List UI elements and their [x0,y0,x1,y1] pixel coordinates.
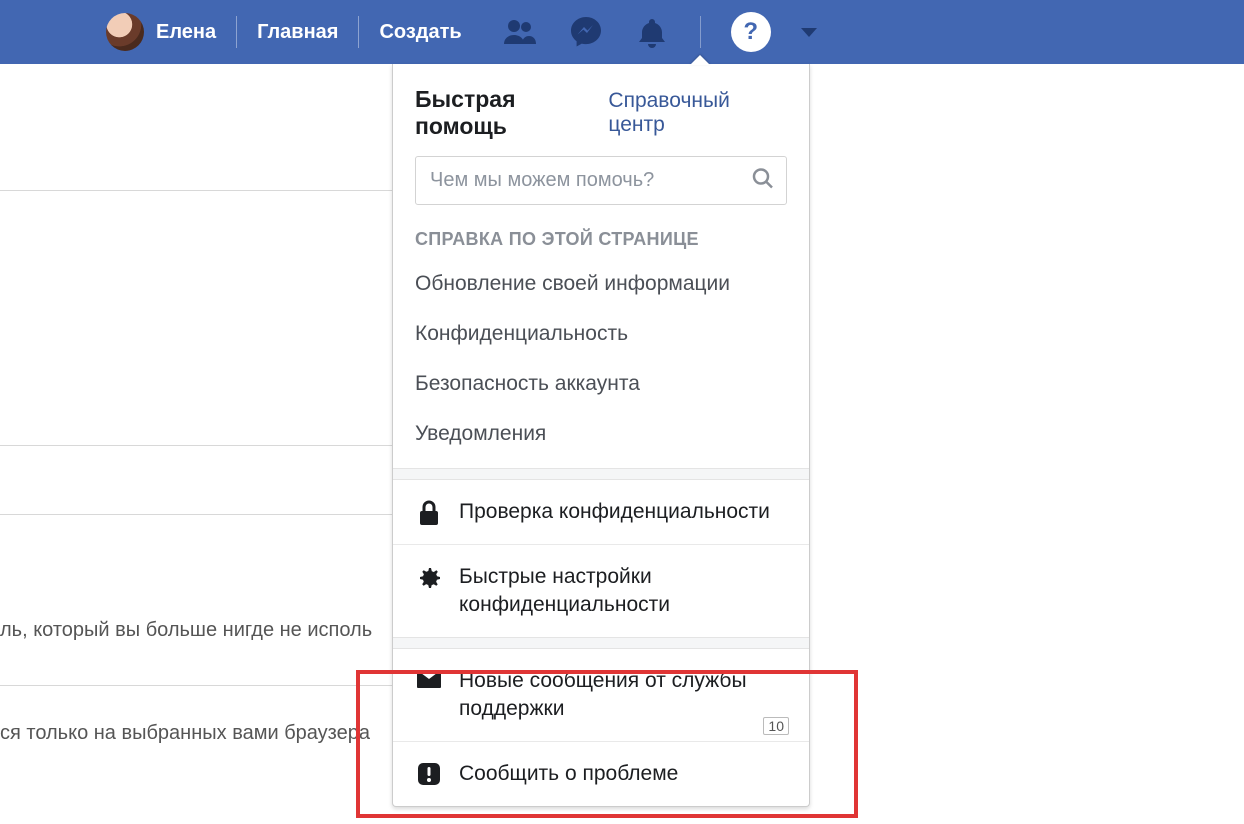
nav-separator [358,16,359,48]
search-icon [751,166,775,195]
background-text: ль, который вы больше нигде не исполь [0,616,372,644]
item-label: Новые сообщения от службы поддержки [459,667,787,723]
nav-icons-group: ? [502,12,817,52]
item-label: Сообщить о проблеме [459,760,678,788]
messenger-icon[interactable] [568,14,604,50]
gear-icon [415,565,443,591]
nav-separator [236,16,237,48]
exclamation-icon [415,762,443,786]
help-topic-update-info[interactable]: Обновление своей информации [393,262,809,312]
support-inbox-badge: 10 [763,717,789,735]
home-link[interactable]: Главная [257,21,338,44]
section-heading: СПРАВКА ПО ЭТОЙ СТРАНИЦЕ [393,223,809,262]
nav-separator [700,16,701,48]
privacy-checkup-item[interactable]: Проверка конфиденциальности [393,480,809,544]
divider [393,637,809,649]
divider [393,468,809,480]
panel-title: Быстрая помощь [415,86,608,140]
avatar[interactable] [106,13,144,51]
item-label: Быстрые настройки конфиденциальности [459,563,787,619]
help-topic-notifications[interactable]: Уведомления [393,412,809,468]
item-label: Проверка конфиденциальности [459,498,770,526]
friends-icon[interactable] [502,14,538,50]
dropdown-arrow [690,55,710,65]
create-link[interactable]: Создать [379,21,461,44]
support-inbox-item[interactable]: Новые сообщения от службы поддержки 10 [393,649,809,741]
help-center-link[interactable]: Справочный центр [608,89,787,137]
top-nav-bar: Елена Главная Создать ? [0,0,1244,64]
help-button[interactable]: ? [731,12,771,52]
notifications-icon[interactable] [634,14,670,50]
question-mark-icon: ? [743,18,758,46]
account-menu-caret-icon[interactable] [801,28,817,37]
report-problem-item[interactable]: Сообщить о проблеме [393,742,809,806]
mail-icon [415,669,443,689]
privacy-shortcuts-item[interactable]: Быстрые настройки конфиденциальности [393,545,809,637]
background-text: ся только на выбранных вами браузера [0,719,370,747]
help-search-input[interactable] [415,156,787,205]
lock-icon [415,500,443,526]
help-topic-privacy[interactable]: Конфиденциальность [393,312,809,362]
profile-name-link[interactable]: Елена [156,21,216,44]
help-dropdown: Быстрая помощь Справочный центр СПРАВКА … [392,64,810,807]
background-content: ль, который вы больше нигде не исполь ся… [0,64,440,780]
help-topic-account-security[interactable]: Безопасность аккаунта [393,362,809,412]
